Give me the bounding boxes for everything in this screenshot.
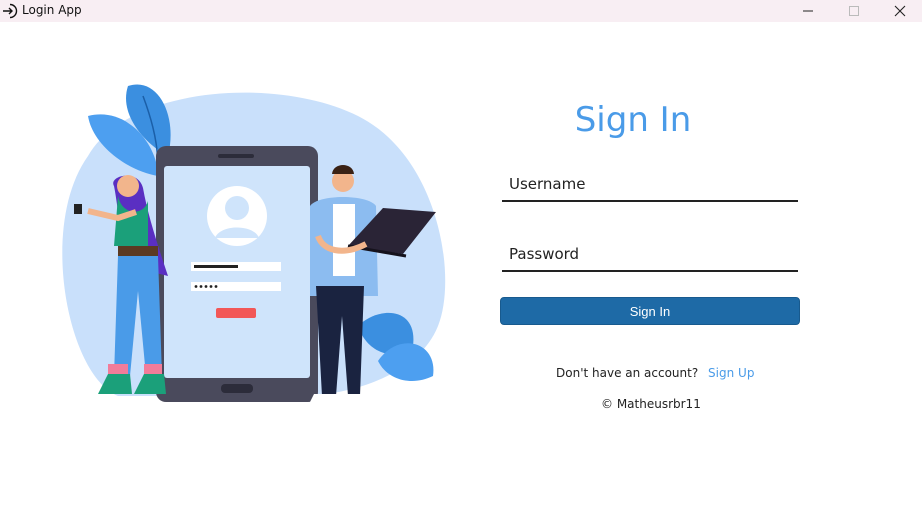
maximize-button[interactable] [831,0,877,22]
title-bar: Login App [0,0,922,22]
window-title: Login App [22,3,82,17]
login-illustration [62,84,446,402]
page-title: Sign In [574,100,692,140]
sign-in-button[interactable]: Sign In [500,297,800,325]
minimize-button[interactable] [785,0,831,22]
close-button[interactable] [877,0,922,22]
username-field[interactable] [502,168,798,202]
login-arrow-icon [3,3,18,19]
copyright-text: © Matheusrbr11 [601,397,701,411]
signup-prompt: Don't have an account? [556,366,699,380]
close-icon [894,5,906,17]
password-field[interactable] [502,238,798,272]
maximize-icon [849,6,859,16]
sign-up-link[interactable]: Sign Up [708,366,754,380]
minimize-icon [803,10,813,12]
signup-row: Don't have an account? Sign Up [556,366,754,380]
